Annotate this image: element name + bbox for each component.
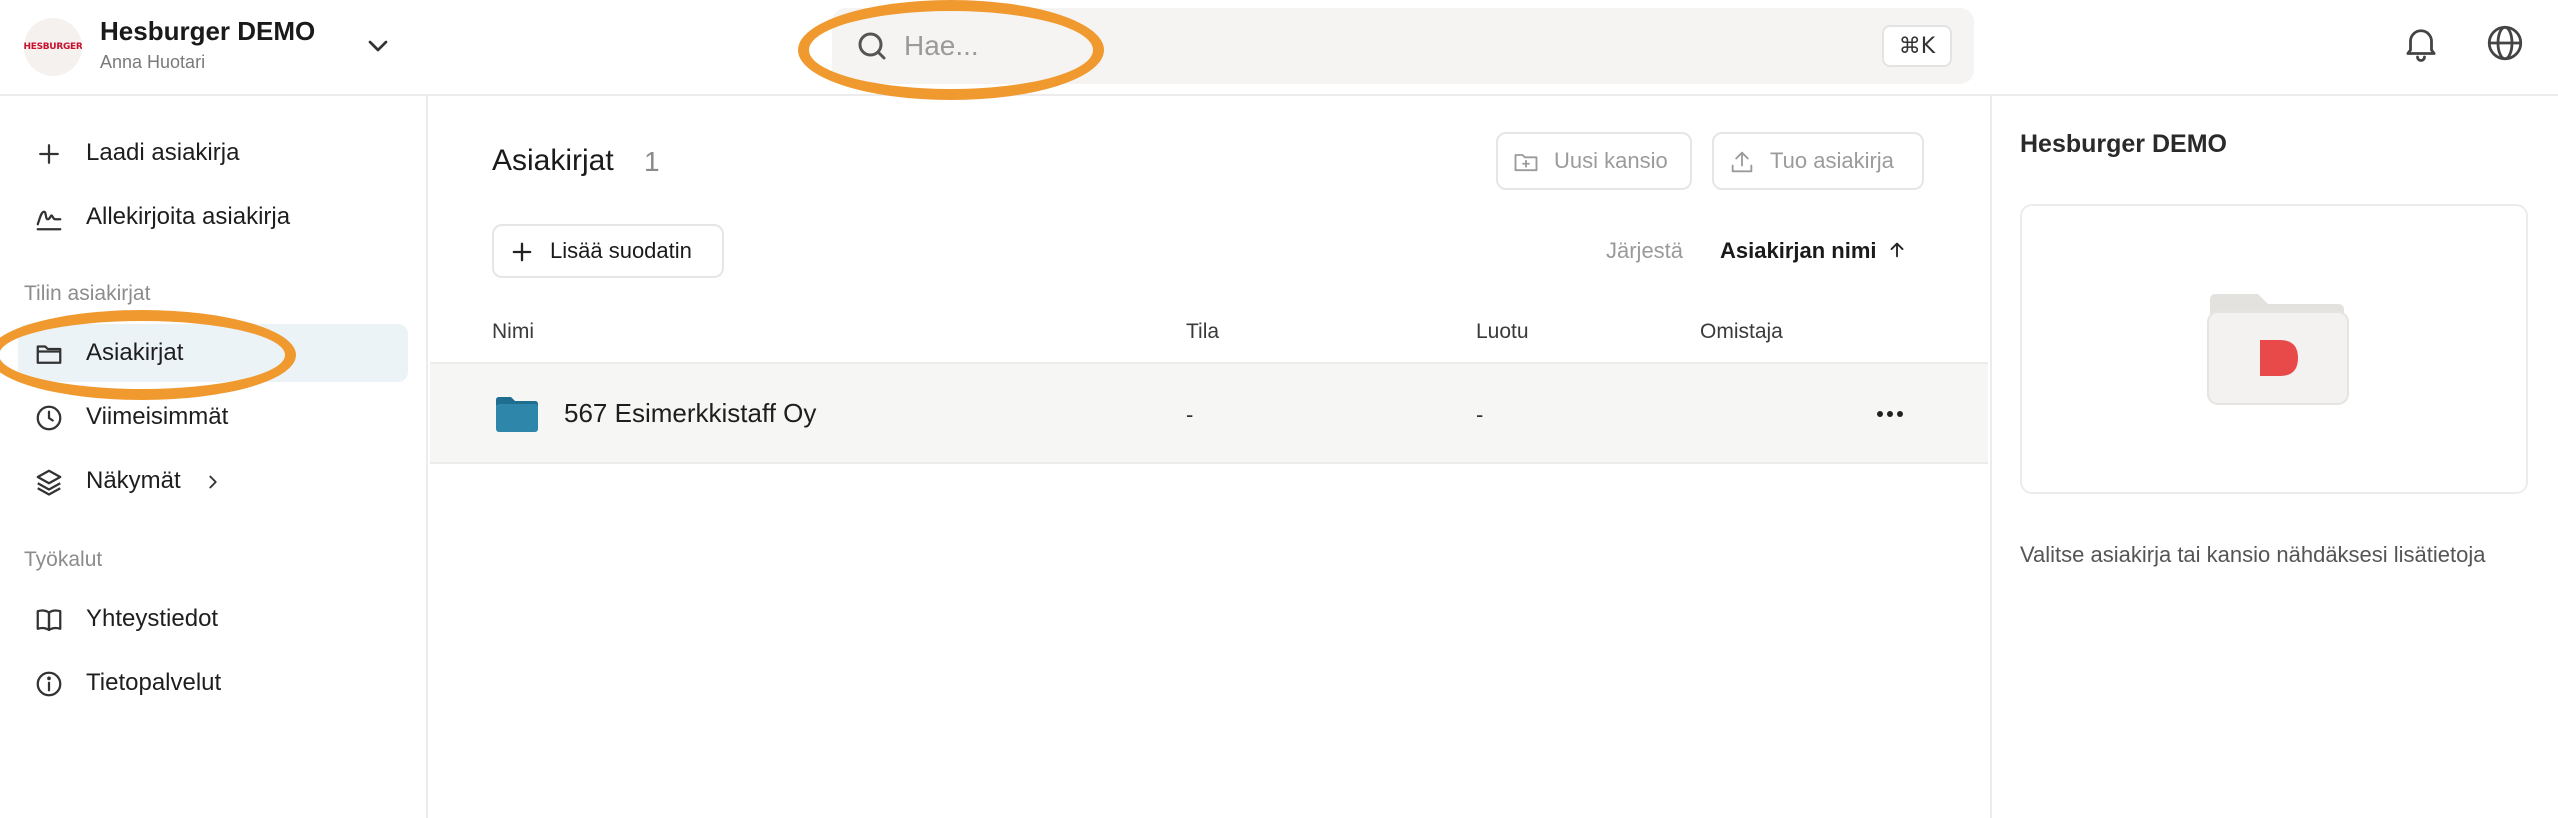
new-folder-label: Uusi kansio [1554,148,1668,173]
plus-icon [39,144,59,164]
org-name[interactable]: Hesburger DEMO [100,16,315,47]
sidebar-item-label: Laadi asiakirja [86,139,240,166]
sidebar-item-label: Yhteystiedot [86,605,219,632]
sort-selector[interactable]: Asiakirjan nimi [1720,238,1877,264]
chevron-down-icon[interactable] [362,30,394,62]
sidebar-item-label: Asiakirjat [86,339,184,366]
details-panel: Hesburger DEMO Valitse asiakirja tai kan… [1990,96,2558,818]
sidebar-item-label: Allekirjoita asiakirja [86,203,291,230]
layers-icon [36,469,62,496]
document-count: 1 [644,146,660,177]
column-header-name[interactable]: Nimi [492,320,534,344]
details-preview-card [2020,204,2528,494]
search-icon [858,32,886,60]
column-header-owner[interactable]: Omistaja [1700,320,1783,344]
book-icon [36,609,62,632]
sidebar-item-views[interactable]: Näkymät [18,452,408,510]
add-filter-button[interactable]: Lisää suodatin [492,224,724,278]
folder-placeholder-icon [2207,294,2349,405]
top-bar: HESBURGER Hesburger DEMO Anna Huotari ⌘K [0,0,2558,96]
sidebar-item-label: Tietopalvelut [86,669,222,696]
org-logo[interactable]: HESBURGER [24,18,82,76]
row-created: - [1476,402,1484,427]
row-status: - [1186,402,1194,427]
sidebar-item-upload[interactable]: Laadi asiakirja [18,124,408,182]
folder-plus-icon [1514,154,1538,172]
sidebar-item-contacts[interactable]: Yhteystiedot [18,590,408,648]
sort-label: Järjestä [1606,238,1684,263]
search-bar[interactable]: ⌘K [832,8,1974,84]
details-hint: Valitse asiakirja tai kansio nähdäksesi … [2020,542,2486,567]
sidebar-item-label: Näkymät [86,467,181,494]
main-content: Asiakirjat 1 Uusi kansio Tuo asiakirja L… [430,96,1988,818]
sidebar-item-documents[interactable]: Asiakirjat [18,324,408,382]
import-document-label: Tuo asiakirja [1770,148,1894,173]
sidebar-item-label: Viimeisimmät [86,403,229,430]
info-icon [36,671,62,697]
folder-icon [496,397,538,432]
new-folder-button[interactable]: Uusi kansio [1496,132,1692,190]
search-shortcut-badge: ⌘K [1882,25,1952,67]
sidebar: Laadi asiakirja Allekirjoita asiakirja T… [0,96,428,818]
sidebar-section-tools: Työkalut [24,548,103,571]
globe-icon[interactable] [2484,22,2526,64]
upload-icon [1731,151,1753,173]
page-title: Asiakirjat [492,144,614,177]
folder-icon [36,345,62,364]
sidebar-item-data-services[interactable]: Tietopalvelut [18,654,408,712]
more-options-icon[interactable] [1870,394,1910,434]
sidebar-item-recent[interactable]: Viimeisimmät [18,388,408,446]
arrow-up-icon[interactable] [1886,239,1908,261]
column-header-created[interactable]: Luotu [1476,320,1529,344]
chevron-right-icon [209,475,217,489]
sidebar-item-sign[interactable]: Allekirjoita asiakirja [18,188,408,246]
user-name: Anna Huotari [100,52,206,72]
bell-icon[interactable] [2400,22,2442,64]
plus-icon [512,242,532,262]
signature-icon [36,210,62,231]
details-title: Hesburger DEMO [2020,130,2227,158]
sidebar-section-documents: Tilin asiakirjat [24,282,151,305]
clock-icon [36,405,62,431]
table-row[interactable]: 567 Esimerkkistaff Oy - - [430,364,1988,464]
logo-text: HESBURGER [24,42,82,52]
row-name: 567 Esimerkkistaff Oy [564,398,817,428]
search-input[interactable] [904,24,1804,68]
column-header-status[interactable]: Tila [1186,320,1219,344]
import-document-button[interactable]: Tuo asiakirja [1712,132,1924,190]
add-filter-label: Lisää suodatin [550,238,692,263]
